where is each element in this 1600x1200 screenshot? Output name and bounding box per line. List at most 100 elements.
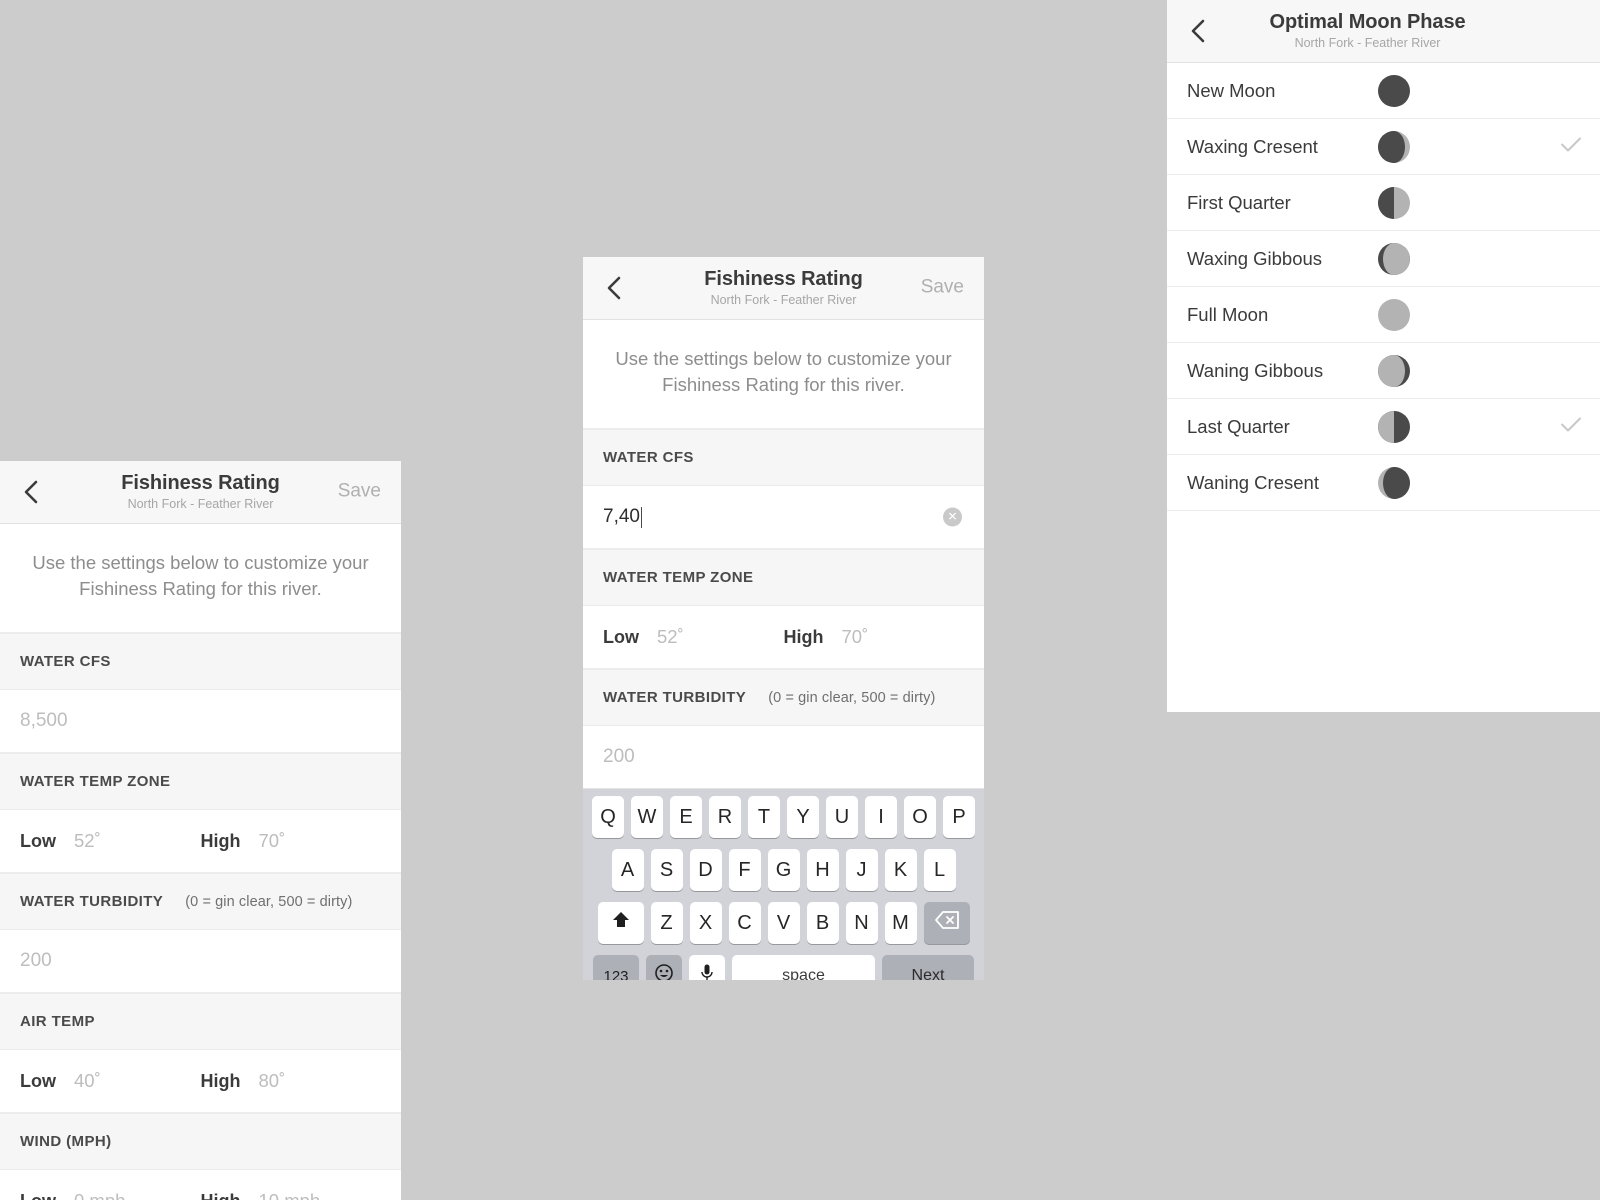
save-button[interactable]: Save xyxy=(921,277,964,299)
key-v[interactable]: V xyxy=(767,902,800,944)
wind-row: Low 0 mph High 10 mph xyxy=(0,1170,401,1200)
high-value: 80˚ xyxy=(258,1070,286,1091)
moon-waning-gibbous-icon xyxy=(1377,354,1411,388)
moon-new-icon xyxy=(1377,74,1411,108)
low-label: Low xyxy=(20,1191,56,1200)
water-cfs-input[interactable]: 8,500 xyxy=(0,690,401,753)
key-a[interactable]: A xyxy=(611,849,644,891)
wind-low-field[interactable]: Low 0 mph xyxy=(20,1190,201,1200)
key-d[interactable]: D xyxy=(689,849,722,891)
high-value: 70˚ xyxy=(841,626,869,647)
water-temp-high-field[interactable]: High 70˚ xyxy=(784,626,965,648)
moon-phase-row[interactable]: Last Quarter xyxy=(1167,399,1600,455)
checkmark-icon xyxy=(1560,135,1582,158)
wind-high-field[interactable]: High 10 mph xyxy=(201,1190,382,1200)
shift-arrow-icon xyxy=(611,910,631,936)
fishiness-rating-panel-center: Fishiness Rating North Fork - Feather Ri… xyxy=(583,257,984,980)
low-label: Low xyxy=(20,1071,56,1091)
air-temp-high-field[interactable]: High 80˚ xyxy=(201,1070,382,1092)
key-x[interactable]: X xyxy=(689,902,722,944)
microphone-key[interactable] xyxy=(689,955,725,980)
key-z[interactable]: Z xyxy=(650,902,683,944)
key-b[interactable]: B xyxy=(806,902,839,944)
moon-phase-row[interactable]: New Moon xyxy=(1167,63,1600,119)
moon-phase-row[interactable]: Waning Cresent xyxy=(1167,455,1600,511)
save-button[interactable]: Save xyxy=(338,481,381,503)
space-key[interactable]: space xyxy=(732,955,875,980)
back-button[interactable] xyxy=(1185,16,1211,46)
key-i[interactable]: I xyxy=(865,796,897,838)
section-label: WATER TEMP ZONE xyxy=(603,569,754,586)
page-title: Fishiness Rating xyxy=(121,471,280,494)
checkmark-icon xyxy=(1560,415,1582,438)
key-e[interactable]: E xyxy=(670,796,702,838)
key-s[interactable]: S xyxy=(650,849,683,891)
water-temp-high-field[interactable]: High 70˚ xyxy=(201,830,382,852)
moon-first-quarter-icon xyxy=(1377,186,1411,220)
key-c[interactable]: C xyxy=(728,902,761,944)
water-temp-low-field[interactable]: Low 52˚ xyxy=(603,626,784,648)
moon-phase-label: Last Quarter xyxy=(1187,415,1290,437)
water-temp-zone-row: Low 52˚ High 70˚ xyxy=(0,810,401,873)
section-header-water-turbidity: WATER TURBIDITY (0 = gin clear, 500 = di… xyxy=(0,873,401,930)
moon-waxing-gibbous-icon xyxy=(1377,242,1411,276)
water-temp-low-field[interactable]: Low 52˚ xyxy=(20,830,201,852)
next-key[interactable]: Next xyxy=(882,955,974,980)
key-f[interactable]: F xyxy=(728,849,761,891)
clear-circle-icon[interactable]: ✕ xyxy=(943,507,962,527)
section-label: WATER TURBIDITY xyxy=(20,893,164,910)
section-label: WIND (MPH) xyxy=(20,1133,112,1150)
optimal-moon-phase-panel: Optimal Moon Phase North Fork - Feather … xyxy=(1167,0,1600,712)
moon-phase-row[interactable]: First Quarter xyxy=(1167,175,1600,231)
intro-text: Use the settings below to customize your… xyxy=(583,320,984,429)
high-label: High xyxy=(200,1071,241,1091)
section-header-water-cfs: WATER CFS xyxy=(583,429,984,486)
water-cfs-input[interactable]: 7,40 ✕ xyxy=(583,486,984,549)
shift-key[interactable] xyxy=(597,902,644,944)
low-value: 0 mph xyxy=(74,1190,125,1200)
back-button[interactable] xyxy=(18,477,44,507)
moon-phase-row[interactable]: Waxing Cresent xyxy=(1167,119,1600,175)
moon-phase-label: Waning Cresent xyxy=(1187,471,1319,493)
key-k[interactable]: K xyxy=(884,849,917,891)
onscreen-keyboard: Q W E R T Y U I O P A S D F G H J K L Z … xyxy=(583,789,984,980)
moon-phase-row[interactable]: Full Moon xyxy=(1167,287,1600,343)
key-l[interactable]: L xyxy=(923,849,956,891)
moon-phase-row[interactable]: Waning Gibbous xyxy=(1167,343,1600,399)
back-button[interactable] xyxy=(601,273,627,303)
key-h[interactable]: H xyxy=(806,849,839,891)
high-label: High xyxy=(201,1191,241,1200)
water-cfs-value: 7,40 xyxy=(603,506,640,527)
microphone-icon xyxy=(700,963,714,980)
key-o[interactable]: O xyxy=(904,796,936,838)
section-header-water-temp-zone: WATER TEMP ZONE xyxy=(0,753,401,810)
keyboard-row-2: A S D F G H J K L xyxy=(586,849,981,891)
keyboard-row-4: 123 space Next xyxy=(586,955,981,980)
key-y[interactable]: Y xyxy=(787,796,819,838)
moon-phase-list: New Moon Waxing Cresent First Quarter Waxin… xyxy=(1167,63,1600,511)
key-q[interactable]: Q xyxy=(592,796,624,838)
emoji-key[interactable] xyxy=(646,955,682,980)
page-title: Fishiness Rating xyxy=(704,267,863,290)
key-m[interactable]: M xyxy=(884,902,917,944)
intro-text: Use the settings below to customize your… xyxy=(0,524,401,633)
low-value: 40˚ xyxy=(74,1070,101,1091)
key-g[interactable]: G xyxy=(767,849,800,891)
key-j[interactable]: J xyxy=(845,849,878,891)
key-t[interactable]: T xyxy=(748,796,780,838)
water-turbidity-input[interactable]: 200 xyxy=(0,930,401,993)
key-w[interactable]: W xyxy=(631,796,663,838)
chevron-left-icon xyxy=(1190,18,1206,44)
key-n[interactable]: N xyxy=(845,902,878,944)
backspace-key[interactable] xyxy=(923,902,970,944)
emoji-smiley-icon xyxy=(654,963,674,980)
water-turbidity-input[interactable]: 200 xyxy=(583,726,984,789)
numbers-key[interactable]: 123 xyxy=(593,955,639,980)
air-temp-low-field[interactable]: Low 40˚ xyxy=(20,1070,201,1092)
key-u[interactable]: U xyxy=(826,796,858,838)
chevron-left-icon xyxy=(23,479,39,505)
key-p[interactable]: P xyxy=(943,796,975,838)
section-hint: (0 = gin clear, 500 = dirty) xyxy=(768,689,936,706)
moon-phase-row[interactable]: Waxing Gibbous xyxy=(1167,231,1600,287)
key-r[interactable]: R xyxy=(709,796,741,838)
